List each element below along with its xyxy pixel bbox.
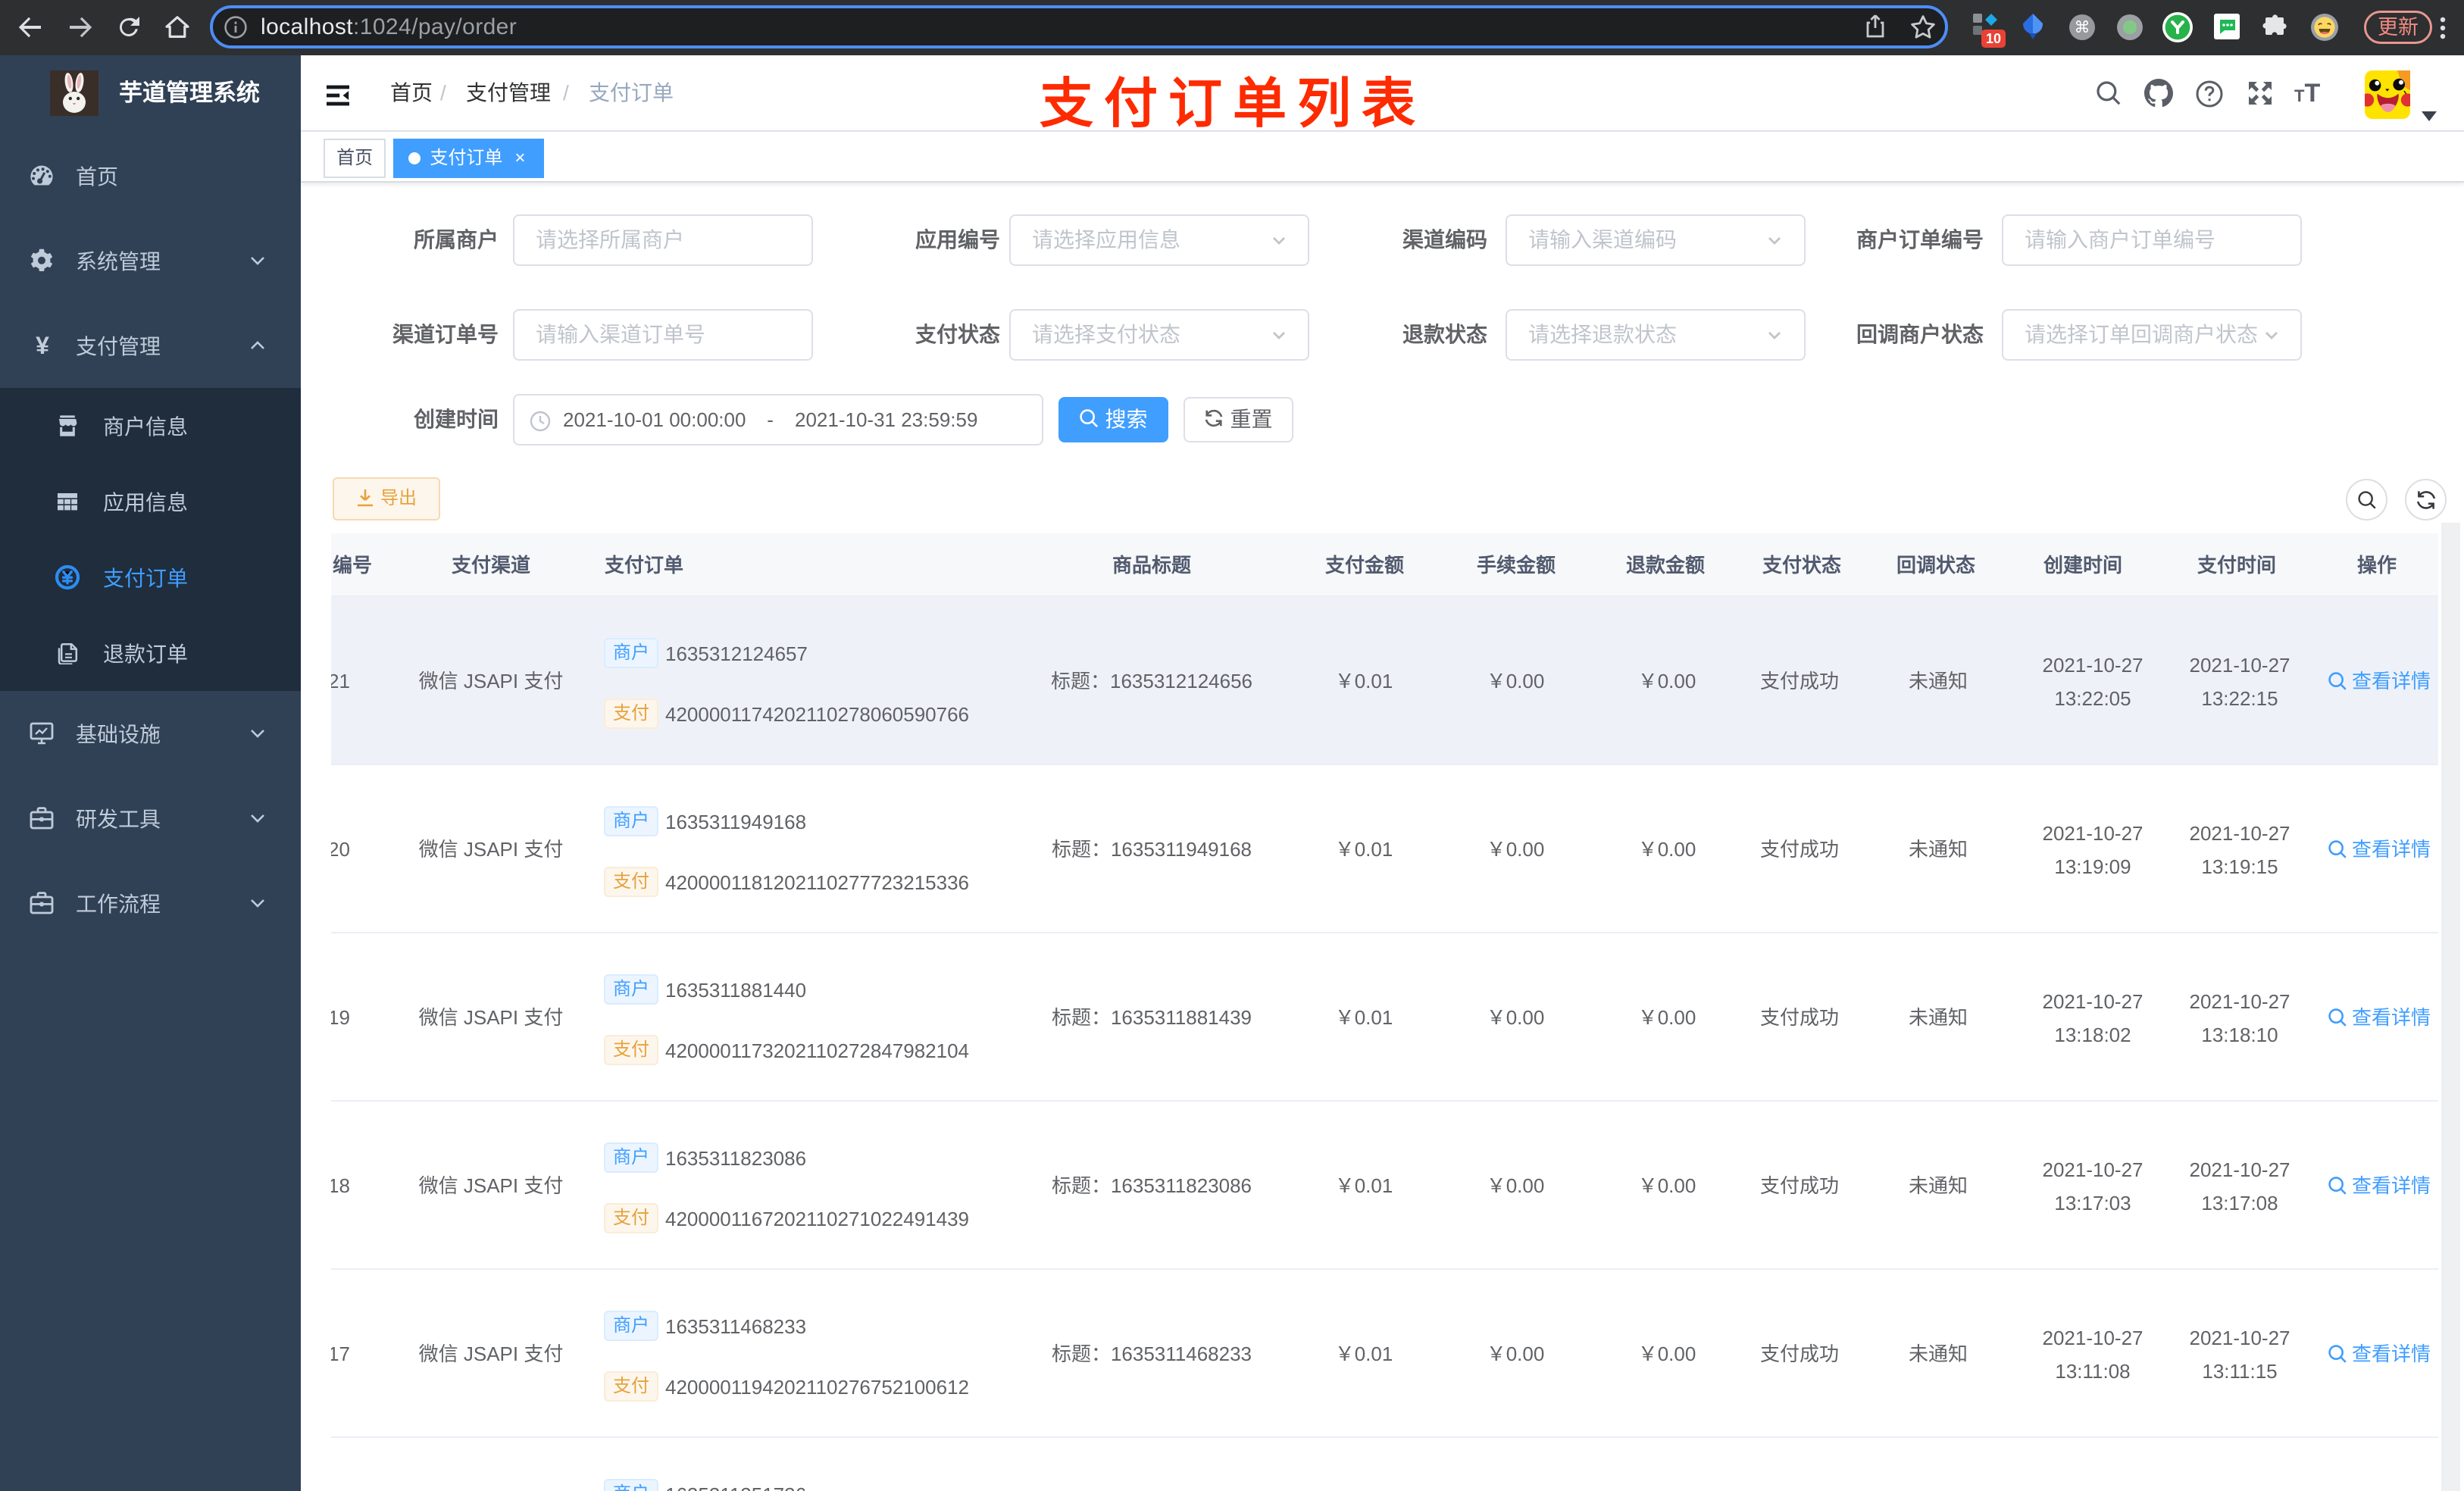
svg-text:⌘: ⌘: [2075, 19, 2090, 36]
svg-text:¥: ¥: [36, 333, 49, 358]
